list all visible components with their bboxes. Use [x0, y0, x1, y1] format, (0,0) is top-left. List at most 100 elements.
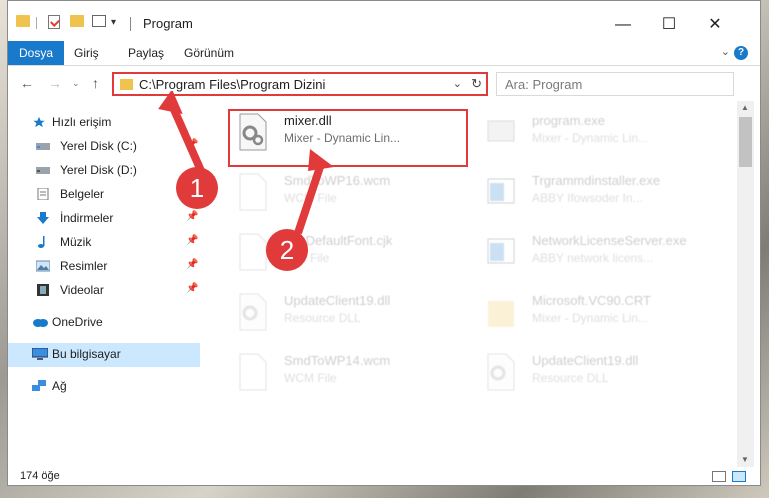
sidebar-item-documents[interactable]: Belgeler [8, 183, 200, 205]
file-item[interactable]: Trgrammdinstaller.exe ABBY Ifowsoder In.… [472, 167, 708, 227]
tab-share[interactable]: Paylaş [128, 41, 164, 65]
pin-icon: 📌 [186, 259, 199, 270]
sidebar-item-downloads[interactable]: İndirmeler 📌 [8, 207, 200, 229]
annotation-arrow-2 [294, 149, 334, 235]
sidebar-item-label: OneDrive [52, 315, 103, 329]
file-name: Trgrammdinstaller.exe [532, 173, 661, 188]
properties-icon[interactable] [48, 15, 60, 29]
window-title: Program [143, 16, 193, 31]
address-path[interactable]: C:\Program Files\Program Dizini [139, 77, 325, 92]
file-name: UpdateClient19.dll [284, 293, 391, 308]
scroll-down-icon[interactable]: ▼ [741, 455, 749, 464]
view-options-icon[interactable] [92, 15, 106, 27]
sidebar-item-onedrive[interactable]: OneDrive [8, 311, 200, 333]
scroll-up-icon[interactable]: ▲ [741, 103, 749, 112]
network-icon [32, 380, 46, 391]
tiles-view-icon[interactable] [732, 471, 746, 482]
sidebar-item-music[interactable]: Müzik 📌 [8, 231, 200, 253]
video-film-icon [37, 284, 49, 296]
blank-file-icon [239, 173, 267, 211]
new-folder-icon[interactable] [70, 15, 84, 27]
exe-icon [487, 120, 515, 142]
forward-arrow-icon[interactable]: → [48, 75, 62, 91]
file-item[interactable]: NetworkLicenseServer.exe ABBY network li… [472, 227, 708, 287]
pin-icon: 📌 [186, 283, 199, 294]
sidebar-item-label: Bu bilgisayar [52, 347, 121, 361]
sidebar-item-label: İndirmeler [60, 211, 114, 225]
highlight-box-mixer-dll [228, 109, 468, 167]
dll-gear-icon [487, 353, 515, 391]
file-item[interactable]: SmdToWP14.wcm WCM File [224, 347, 460, 407]
file-description: Mixer - Dynamic Lin... [532, 131, 649, 145]
cloud-icon [33, 319, 48, 327]
minimize-button[interactable]: — [600, 11, 646, 39]
details-view-icon[interactable] [712, 471, 726, 482]
file-item[interactable]: UpdateClient19.dll Resource DLL [472, 347, 708, 407]
sidebar-item-pictures[interactable]: Resimler 📌 [8, 255, 200, 277]
tab-view[interactable]: Görünüm [184, 41, 234, 65]
folder-icon [488, 301, 514, 327]
file-description: Resource DLL [284, 311, 361, 325]
help-icon[interactable]: ? [734, 46, 748, 60]
item-count: 174 öğe [20, 470, 60, 482]
pictures-icon [36, 260, 50, 272]
explorer-window: ▾ Program — ☐ ✕ Dosya Giriş Paylaş Görün… [7, 0, 761, 486]
sidebar-item-network[interactable]: Ağ [8, 375, 200, 397]
tab-file[interactable]: Dosya [8, 41, 64, 65]
file-name: Microsoft.VC90.CRT [532, 293, 651, 308]
sidebar-item-videos[interactable]: Videolar 📌 [8, 279, 200, 301]
sidebar-item-label: Videolar [60, 283, 104, 297]
file-name: program.exe [532, 113, 605, 128]
pin-icon: 📌 [186, 211, 199, 222]
tab-home[interactable]: Giriş [74, 41, 99, 65]
customize-toolbar-chevron-icon[interactable]: ▾ [111, 17, 116, 28]
file-item[interactable]: SysDefaultFont.cjk CJK File [224, 227, 460, 287]
documents-icon [37, 188, 49, 200]
refresh-icon[interactable]: ↻ [471, 76, 482, 92]
back-arrow-icon[interactable]: ← [20, 75, 34, 91]
blank-file-icon [239, 353, 267, 391]
vertical-scrollbar[interactable]: ▲ ▼ [737, 101, 754, 467]
title-separator [130, 17, 131, 31]
expand-ribbon-chevron-icon[interactable]: ⌄ [721, 45, 730, 58]
search-placeholder: Ara: Program [505, 77, 583, 92]
sidebar-item-label: Hızlı erişim [52, 115, 112, 129]
window-exe-icon [487, 238, 515, 264]
file-item[interactable]: SmdToWP16.wcm WCM File [224, 167, 460, 227]
navigation-bar: ← → ⌄ ↑ C:\Program Files\Program Dizini … [8, 66, 760, 100]
sidebar-item-label: Resimler [60, 259, 108, 273]
address-dropdown-chevron-icon[interactable]: ⌄ [453, 77, 462, 90]
scroll-thumb[interactable] [739, 117, 752, 167]
quick-access-separator [36, 17, 37, 29]
computer-monitor-icon [32, 348, 48, 360]
step-badge-1: 1 [176, 167, 218, 209]
file-description: ABBY network licens... [532, 251, 654, 265]
sidebar-item-label: Belgeler [60, 187, 105, 201]
sidebar-item-label: Yerel Disk (D:) [60, 163, 137, 177]
up-arrow-icon[interactable]: ↑ [92, 75, 99, 91]
drive-icon [36, 167, 50, 174]
file-name: UpdateClient19.dll [532, 353, 639, 368]
annotation-arrow-1 [158, 91, 206, 175]
search-input[interactable]: Ara: Program [496, 72, 734, 96]
file-name: NetworkLicenseServer.exe [532, 233, 687, 248]
folder-icon [16, 15, 30, 27]
music-note-icon [38, 236, 45, 248]
window-exe-icon [487, 178, 515, 204]
file-item[interactable]: UpdateClient19.dll Resource DLL [224, 287, 460, 347]
close-button[interactable]: ✕ [692, 11, 738, 39]
folder-icon [120, 79, 133, 90]
step-badge-2: 2 [266, 229, 308, 271]
file-description: WCM File [284, 371, 337, 385]
sidebar-item-label: Müzik [60, 235, 92, 249]
file-name: SmdToWP14.wcm [284, 353, 391, 368]
maximize-button[interactable]: ☐ [646, 11, 692, 39]
pin-icon: 📌 [186, 235, 199, 246]
recent-locations-chevron-icon[interactable]: ⌄ [72, 78, 80, 89]
file-item[interactable]: Microsoft.VC90.CRT Mixer - Dynamic Lin..… [472, 287, 708, 347]
sidebar-item-label: Ağ [52, 379, 67, 393]
file-item[interactable]: program.exe Mixer - Dynamic Lin... [472, 107, 708, 167]
sidebar-item-this-pc[interactable]: Bu bilgisayar [8, 343, 200, 367]
file-description: Mixer - Dynamic Lin... [532, 311, 649, 325]
drive-icon [36, 143, 50, 150]
